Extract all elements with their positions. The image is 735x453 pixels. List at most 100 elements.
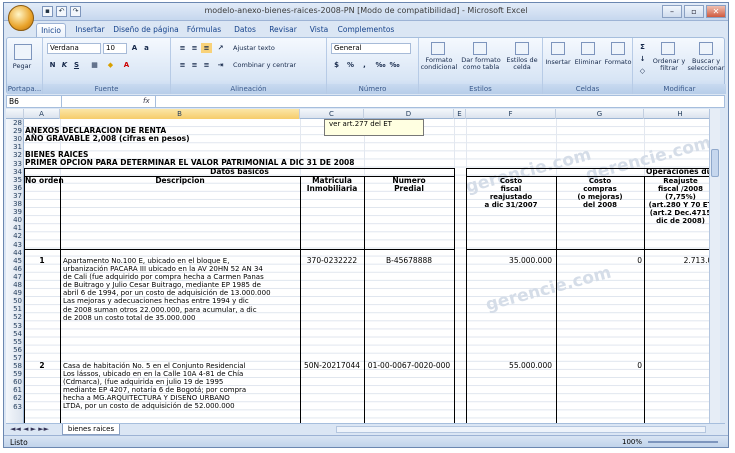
tab-formulas[interactable]: Fórmulas <box>182 23 226 37</box>
row-header[interactable]: 55 <box>6 338 24 346</box>
row-header[interactable]: 60 <box>6 378 24 386</box>
row-header[interactable]: 57 <box>6 354 24 362</box>
row-header[interactable]: 40 <box>6 216 24 224</box>
row-header[interactable]: 28 <box>6 119 24 127</box>
align-middle-icon[interactable]: ≡ <box>189 43 200 53</box>
col-header-b[interactable]: B <box>60 109 300 119</box>
worksheet[interactable]: A B C D E F G H 28 29 30 31 32 33 34 35 36 37 38 39… <box>6 109 717 423</box>
font-size-select[interactable]: 10 <box>103 43 127 54</box>
close-button[interactable]: ✕ <box>706 5 726 18</box>
insert-button[interactable]: Insertar <box>543 59 573 66</box>
row-header[interactable]: 61 <box>6 386 24 394</box>
row-header[interactable]: 32 <box>6 151 24 159</box>
conditional-format-button[interactable]: Formato condicional <box>419 57 459 71</box>
format-cells-icon[interactable] <box>611 42 625 55</box>
row-header[interactable]: 53 <box>6 322 24 330</box>
sort-filter-button[interactable]: Ordenar y filtrar <box>651 58 687 72</box>
row-header[interactable]: 41 <box>6 224 24 232</box>
sheet-tab-bienes-raices[interactable]: bienes raices <box>62 424 120 435</box>
row-header[interactable]: 52 <box>6 313 24 321</box>
row-header[interactable]: 39 <box>6 208 24 216</box>
row-header[interactable]: 30 <box>6 135 24 143</box>
conditional-format-icon[interactable] <box>431 42 445 55</box>
row-header[interactable]: 48 <box>6 281 24 289</box>
tab-vista[interactable]: Vista <box>304 23 334 37</box>
format-button[interactable]: Formato <box>603 59 633 66</box>
row-header[interactable]: 58 <box>6 362 24 370</box>
cell-grid[interactable]: gerencie.com gerencie.com gerencie.com v… <box>24 119 717 423</box>
font-name-select[interactable]: Verdana <box>47 43 101 54</box>
row-header[interactable]: 31 <box>6 143 24 151</box>
delete-cells-icon[interactable] <box>581 42 595 55</box>
paste-icon[interactable] <box>14 44 32 60</box>
vertical-scrollbar[interactable] <box>709 109 720 423</box>
find-select-button[interactable]: Buscar y seleccionar <box>687 58 725 72</box>
cell-comment[interactable]: ver art.277 del ET <box>324 119 424 136</box>
col-header-f[interactable]: F <box>466 109 556 119</box>
row-header[interactable]: 34 <box>6 168 24 176</box>
row-header[interactable]: 62 <box>6 394 24 402</box>
merge-center-button[interactable]: Combinar y centrar <box>233 62 313 69</box>
autosum-icon[interactable]: Σ <box>637 42 648 52</box>
underline-icon[interactable]: S <box>71 60 82 70</box>
delete-button[interactable]: Eliminar <box>573 59 603 66</box>
row-header[interactable]: 42 <box>6 232 24 240</box>
col-header-h[interactable]: H <box>644 109 717 119</box>
row-header[interactable]: 56 <box>6 346 24 354</box>
row-header[interactable]: 63 <box>6 403 24 411</box>
tab-inicio[interactable]: Inicio <box>36 23 66 37</box>
office-button[interactable] <box>8 5 34 31</box>
row-header[interactable]: 44 <box>6 249 24 257</box>
maximize-button[interactable]: ▫ <box>684 5 704 18</box>
insert-cells-icon[interactable] <box>551 42 565 55</box>
select-all-corner[interactable] <box>6 109 24 119</box>
decrease-decimal-icon[interactable]: ‰ <box>389 60 400 70</box>
row-header[interactable]: 35 <box>6 176 24 184</box>
indent-icon[interactable]: ⇥ <box>215 60 226 70</box>
wrap-text-button[interactable]: Ajustar texto <box>233 45 303 52</box>
col-header-a[interactable]: A <box>24 109 60 119</box>
row-header[interactable]: 43 <box>6 241 24 249</box>
cell-styles-button[interactable]: Estilos de celda <box>503 57 541 71</box>
orientation-icon[interactable]: ↗ <box>215 43 226 53</box>
bold-icon[interactable]: N <box>47 60 58 70</box>
cell-styles-icon[interactable] <box>515 42 529 55</box>
format-table-button[interactable]: Dar formato como tabla <box>461 57 501 71</box>
find-select-icon[interactable] <box>699 42 713 55</box>
align-center-icon[interactable]: ≡ <box>189 60 200 70</box>
row-header[interactable]: 49 <box>6 289 24 297</box>
grow-font-icon[interactable]: A <box>129 43 140 53</box>
tab-diseno-pagina[interactable]: Diseño de página <box>112 23 180 37</box>
italic-icon[interactable]: K <box>59 60 70 70</box>
horizontal-scrollbar[interactable] <box>336 426 706 433</box>
zoom-level[interactable]: 100% <box>622 438 642 446</box>
shrink-font-icon[interactable]: a <box>141 43 152 53</box>
minimize-button[interactable]: – <box>662 5 682 18</box>
row-header[interactable]: 47 <box>6 273 24 281</box>
align-right-icon[interactable]: ≡ <box>201 60 212 70</box>
paste-button[interactable]: Pegar <box>9 63 35 70</box>
row-header[interactable]: 46 <box>6 265 24 273</box>
col-header-e[interactable]: E <box>454 109 466 119</box>
row-header[interactable]: 45 <box>6 257 24 265</box>
name-box[interactable]: B6 <box>7 96 62 107</box>
borders-icon[interactable]: ▦ <box>89 60 100 70</box>
row-header[interactable]: 29 <box>6 127 24 135</box>
fx-icon[interactable]: fx <box>143 96 150 107</box>
row-header[interactable]: 36 <box>6 184 24 192</box>
tab-insertar[interactable]: Insertar <box>70 23 110 37</box>
col-header-g[interactable]: G <box>556 109 644 119</box>
currency-icon[interactable]: $ <box>331 60 342 70</box>
font-color-icon[interactable]: A <box>121 60 132 70</box>
align-top-icon[interactable]: ≡ <box>177 43 188 53</box>
fill-color-icon[interactable]: ◆ <box>105 60 116 70</box>
tab-revisar[interactable]: Revisar <box>264 23 302 37</box>
align-left-icon[interactable]: ≡ <box>177 60 188 70</box>
sort-filter-icon[interactable] <box>661 42 675 55</box>
fill-icon[interactable]: ↓ <box>637 54 648 64</box>
zoom-slider[interactable] <box>648 441 718 443</box>
row-header[interactable]: 54 <box>6 330 24 338</box>
row-header[interactable]: 59 <box>6 370 24 378</box>
format-table-icon[interactable] <box>473 42 487 55</box>
tab-complementos[interactable]: Complementos <box>336 23 396 37</box>
